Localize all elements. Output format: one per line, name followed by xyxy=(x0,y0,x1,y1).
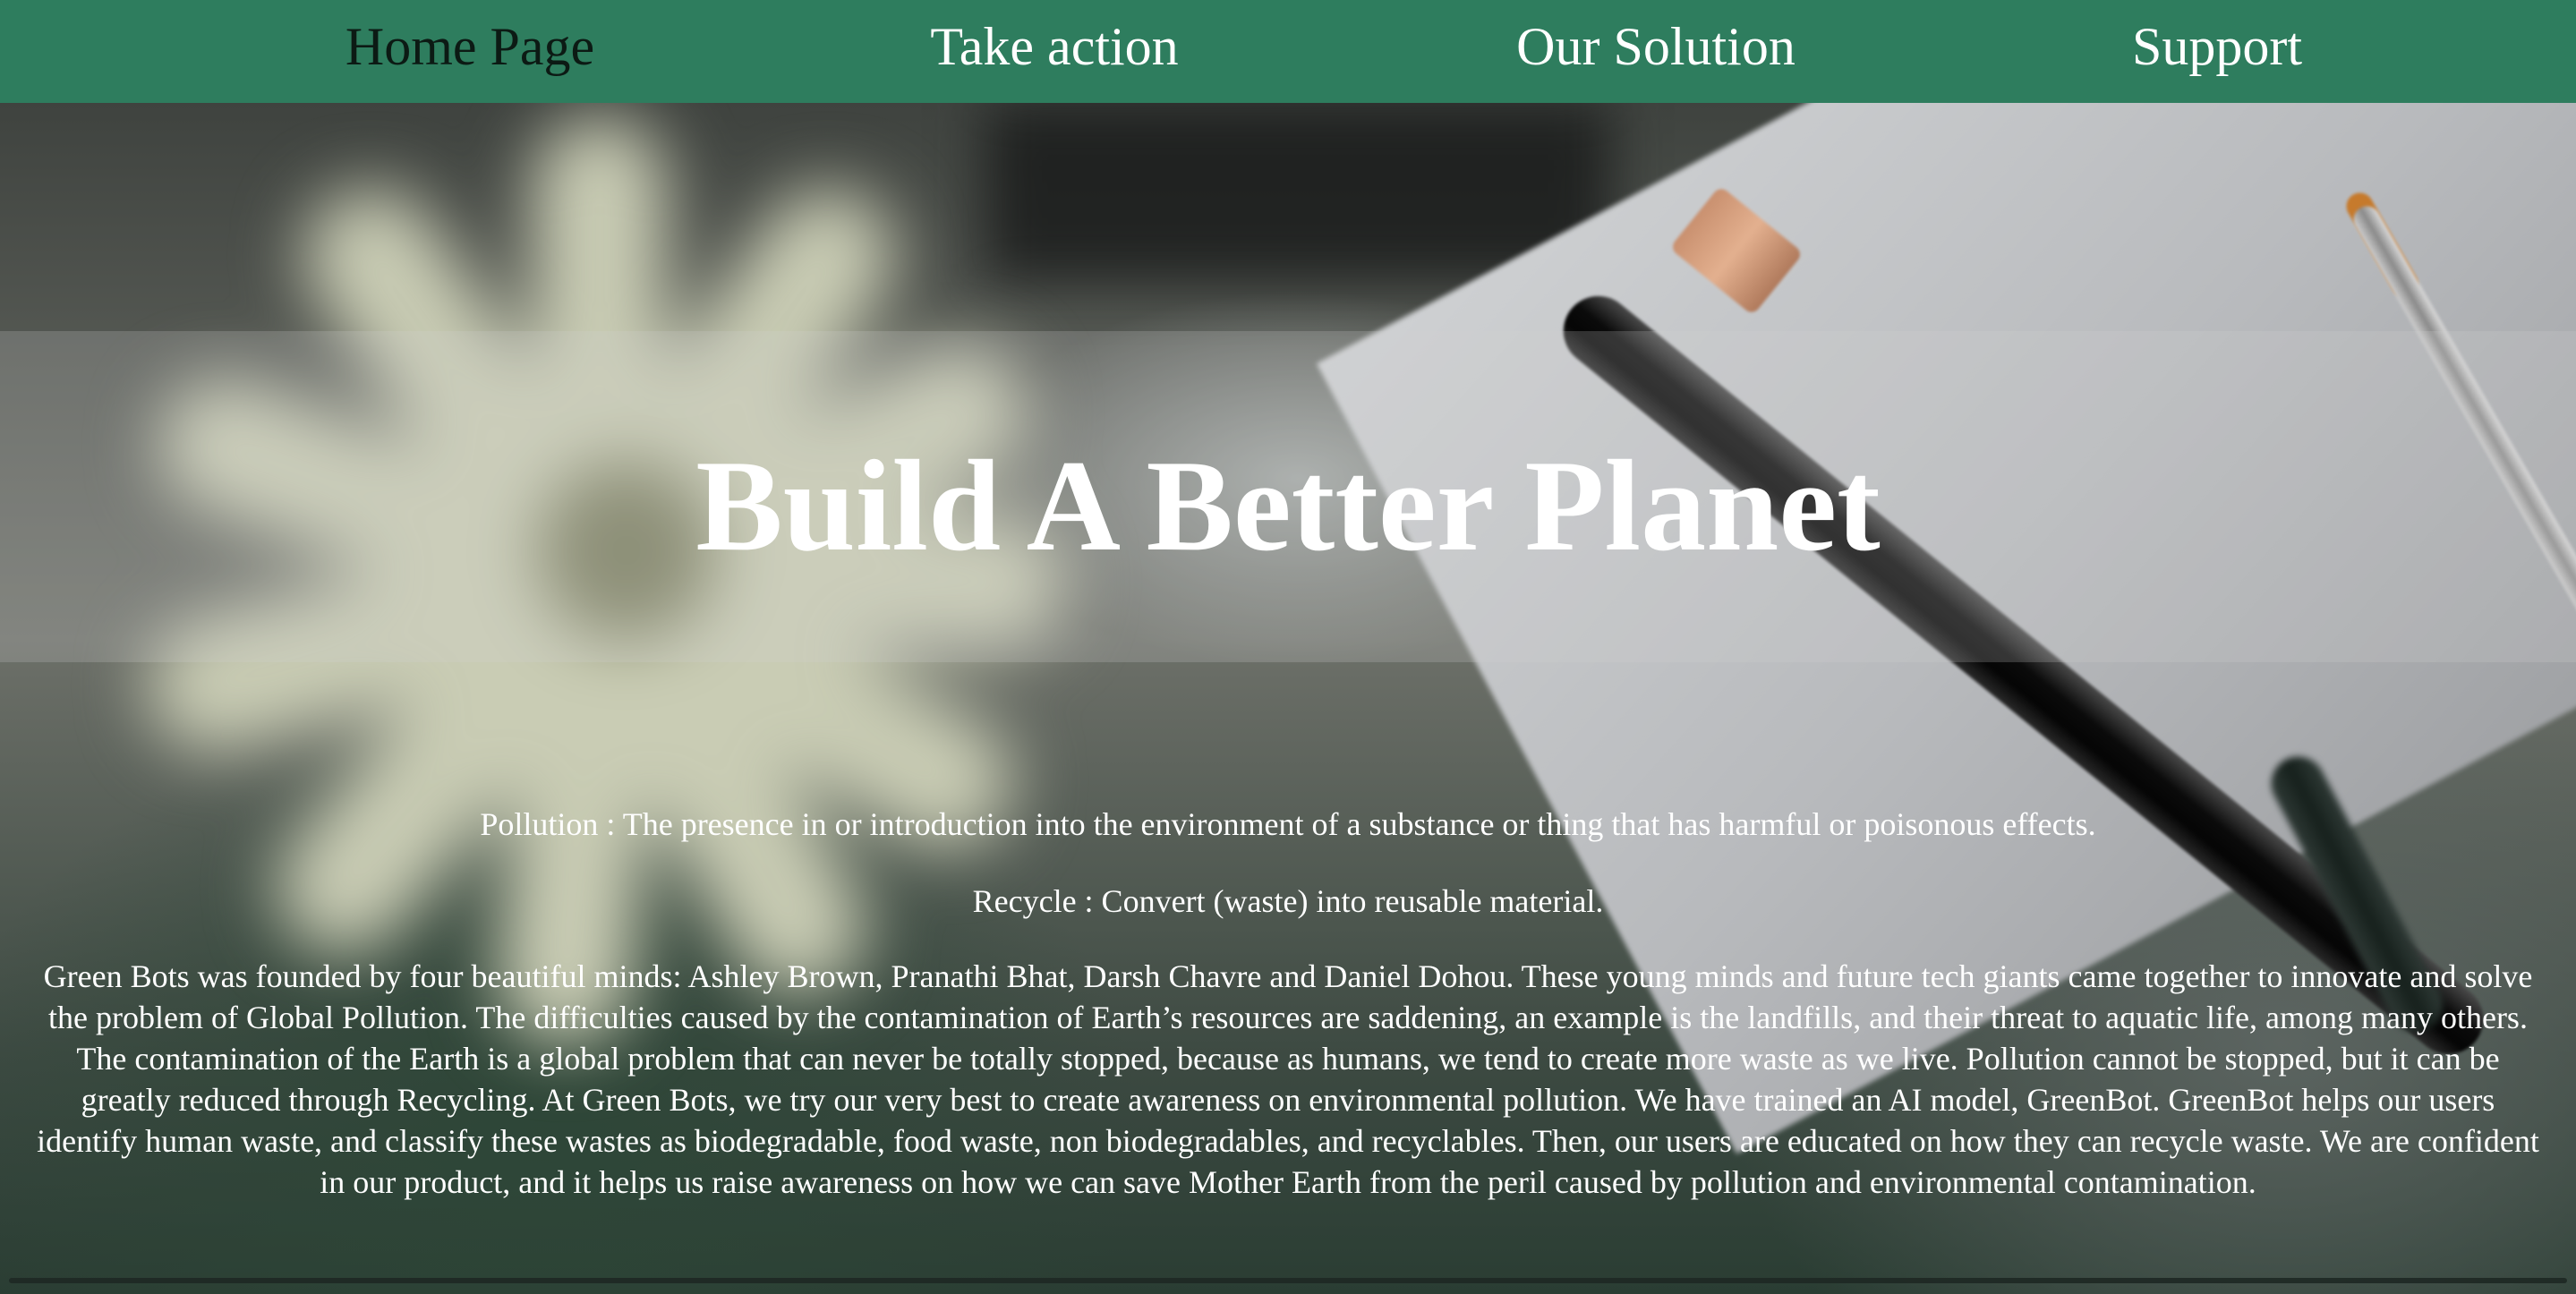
nav-home-page[interactable]: Home Page xyxy=(345,0,594,94)
recycle-definition: Recycle : Convert (waste) into reusable … xyxy=(972,883,1604,919)
nav-take-action[interactable]: Take action xyxy=(930,0,1178,94)
about-paragraph: Green Bots was founded by four beautiful… xyxy=(37,958,2539,1200)
nav-support[interactable]: Support xyxy=(2132,0,2302,94)
pollution-definition: Pollution : The presence in or introduct… xyxy=(480,806,2096,842)
bottom-divider xyxy=(9,1278,2567,1283)
hero-title: Build A Better Planet xyxy=(695,433,1881,578)
nav-our-solution[interactable]: Our Solution xyxy=(1516,0,1796,94)
top-nav: Home Page Take action Our Solution Suppo… xyxy=(0,0,2576,103)
